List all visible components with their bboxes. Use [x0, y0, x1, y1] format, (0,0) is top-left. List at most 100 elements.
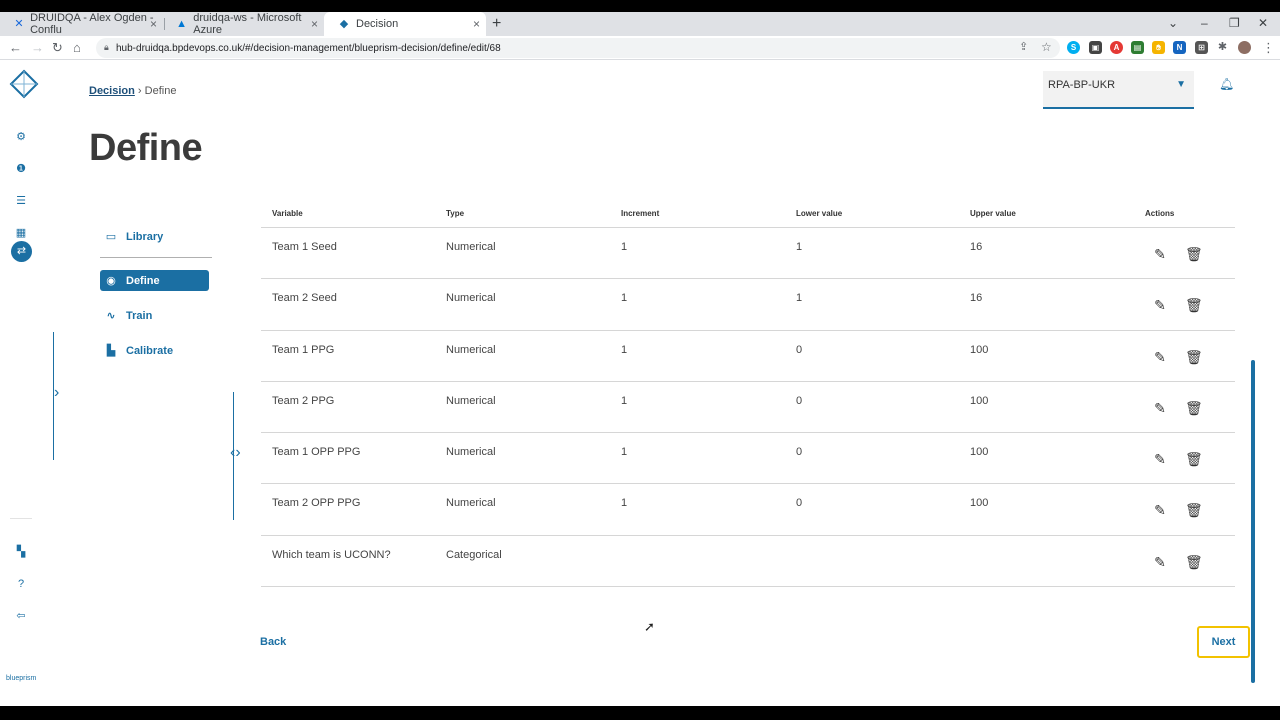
- browser-window: ✕ DRUIDQA - Alex Ogden - Conflu × ▲ drui…: [0, 12, 1280, 706]
- upper-value-cell: 100: [970, 394, 989, 407]
- scrollbar-thumb[interactable]: [1251, 360, 1255, 683]
- table-header: Variable Type Increment Lower value Uppe…: [261, 206, 1235, 228]
- edit-pencil-icon[interactable]: ✎: [1152, 246, 1168, 262]
- table-row: Team 2 OPP PPG Numerical 1 0 100 ✎ 🗑︎: [261, 484, 1235, 536]
- delete-trash-icon[interactable]: 🗑︎: [1185, 246, 1203, 262]
- bookmark-star-icon[interactable]: ☆: [1041, 40, 1052, 54]
- train-icon: ∿: [106, 310, 116, 322]
- notification-bell-icon[interactable]: 🔔︎: [1219, 77, 1234, 91]
- edit-pencil-icon[interactable]: ✎: [1152, 451, 1168, 467]
- upper-value-cell: 100: [970, 343, 989, 356]
- profile-avatar[interactable]: [1238, 41, 1251, 54]
- skype-extension-icon[interactable]: S: [1067, 41, 1080, 54]
- step-library[interactable]: ▭ Library: [100, 226, 209, 247]
- address-bar-row: ← → ↻ ⌂ 🔒︎ hub-druidqa.bpdevops.co.uk/#/…: [0, 36, 1280, 60]
- delete-trash-icon[interactable]: 🗑︎: [1185, 400, 1203, 416]
- more-menu-icon[interactable]: ⋮: [1262, 40, 1275, 56]
- left-rail: ⚙︎ ❶ ☰ ▦ ⇄ ▚ ? ⇦ blueprism: [0, 61, 44, 706]
- edit-pencil-icon[interactable]: ✎: [1152, 349, 1168, 365]
- table-row: Team 2 Seed Numerical 1 1 16 ✎ 🗑︎: [261, 279, 1235, 331]
- extension-icon[interactable]: ▣: [1089, 41, 1102, 54]
- new-extension-icon[interactable]: N: [1173, 41, 1186, 54]
- column-header-increment: Increment: [621, 209, 660, 218]
- table-row: Team 1 PPG Numerical 1 0 100 ✎ 🗑︎: [261, 331, 1235, 382]
- delete-trash-icon[interactable]: 🗑︎: [1185, 451, 1203, 467]
- breadcrumb-current: Define: [144, 85, 177, 97]
- tab-decision[interactable]: ◆ Decision ×: [324, 12, 486, 36]
- breadcrumb-separator: ›: [137, 85, 142, 97]
- lower-value-cell: 1: [796, 241, 803, 253]
- type-cell: Numerical: [446, 343, 496, 356]
- calibrate-icon: ▙: [106, 345, 116, 357]
- automation-icon[interactable]: ⚙︎: [14, 130, 28, 144]
- forward-arrow-icon[interactable]: →: [31, 40, 44, 55]
- increment-cell: 1: [621, 292, 628, 305]
- adblock-extension-icon[interactable]: A: [1110, 41, 1123, 54]
- type-cell: Numerical: [446, 497, 496, 510]
- edit-pencil-icon[interactable]: ✎: [1152, 297, 1168, 313]
- delete-trash-icon[interactable]: 🗑︎: [1185, 297, 1203, 313]
- back-button[interactable]: Back: [260, 636, 286, 648]
- minimize-button[interactable]: –: [1201, 16, 1208, 30]
- next-button[interactable]: Next: [1197, 626, 1250, 658]
- apps-grid-icon[interactable]: ▚: [14, 545, 28, 559]
- type-cell: Categorical: [446, 548, 502, 561]
- breadcrumb-decision-link[interactable]: Decision: [89, 85, 135, 97]
- tab-title: druidqa-ws - Microsoft Azure: [193, 12, 302, 36]
- tenant-select[interactable]: RPA-BP-UKR ▼: [1043, 71, 1194, 109]
- puzzle-extensions-icon[interactable]: ✱: [1216, 41, 1229, 54]
- home-icon[interactable]: ⌂: [73, 40, 81, 55]
- lower-value-cell: 0: [796, 394, 803, 407]
- new-tab-button[interactable]: +: [492, 15, 501, 33]
- delete-trash-icon[interactable]: 🗑︎: [1185, 554, 1203, 570]
- process-icon[interactable]: ❶: [14, 162, 28, 176]
- logout-icon[interactable]: ⇦: [14, 609, 28, 623]
- list-icon[interactable]: ☰: [14, 194, 28, 208]
- hand-extension-icon[interactable]: ✋︎: [1152, 41, 1165, 54]
- edit-pencil-icon[interactable]: ✎: [1152, 502, 1168, 518]
- back-arrow-icon[interactable]: ←: [9, 40, 22, 55]
- step-calibrate[interactable]: ▙ Calibrate: [100, 340, 209, 361]
- delete-trash-icon[interactable]: 🗑︎: [1185, 349, 1203, 365]
- close-icon[interactable]: ×: [473, 17, 480, 31]
- url-field[interactable]: 🔒︎ hub-druidqa.bpdevops.co.uk/#/decision…: [96, 38, 1060, 58]
- variable-cell: Which team is UCONN?: [272, 548, 391, 561]
- table-row: Team 1 Seed Numerical 1 1 16 ✎ 🗑︎: [261, 228, 1235, 280]
- tab-confluence[interactable]: ✕ DRUIDQA - Alex Ogden - Conflu ×: [0, 12, 163, 36]
- share-icon[interactable]: ⇪: [1019, 40, 1028, 53]
- column-header-actions: Actions: [1145, 209, 1175, 218]
- step-label: Train: [126, 309, 153, 322]
- variable-cell: Team 1 PPG: [272, 343, 335, 356]
- breadcrumb: Decision › Define: [89, 85, 176, 97]
- blueprism-logo-icon[interactable]: [9, 69, 39, 99]
- table-row: Team 1 OPP PPG Numerical 1 0 100 ✎ 🗑︎: [261, 433, 1235, 485]
- restore-button[interactable]: ❐: [1229, 16, 1240, 30]
- increment-cell: 1: [621, 343, 628, 356]
- delete-trash-icon[interactable]: 🗑︎: [1185, 502, 1203, 518]
- grid-extension-icon[interactable]: ⊞: [1195, 41, 1208, 54]
- decision-nav-icon[interactable]: ⇄: [11, 241, 32, 262]
- collapse-steps-icon[interactable]: ‹›: [230, 444, 241, 462]
- close-window-button[interactable]: ✕: [1258, 16, 1268, 30]
- reload-icon[interactable]: ↻: [52, 40, 63, 56]
- edit-pencil-icon[interactable]: ✎: [1152, 400, 1168, 416]
- close-icon[interactable]: ×: [311, 17, 318, 31]
- page-title: Define: [89, 127, 203, 169]
- column-header-variable: Variable: [272, 209, 303, 218]
- tab-azure[interactable]: ▲ druidqa-ws - Microsoft Azure ×: [162, 12, 324, 36]
- edit-pencil-icon[interactable]: ✎: [1152, 554, 1168, 570]
- help-icon[interactable]: ?: [14, 577, 28, 591]
- dashboard-icon[interactable]: ▦: [14, 226, 28, 240]
- lock-icon: 🔒︎: [104, 42, 109, 52]
- table-row: Team 2 PPG Numerical 1 0 100 ✎ 🗑︎: [261, 382, 1235, 434]
- mouse-cursor-icon: ➚: [644, 619, 655, 634]
- step-define[interactable]: ◉ Define: [100, 270, 209, 291]
- close-icon[interactable]: ×: [150, 17, 157, 31]
- tab-bar: ✕ DRUIDQA - Alex Ogden - Conflu × ▲ drui…: [0, 12, 1280, 36]
- expand-rail-icon[interactable]: ›: [54, 384, 59, 402]
- lower-value-cell: 1: [796, 292, 803, 305]
- sheets-extension-icon[interactable]: ▤: [1131, 41, 1144, 54]
- step-train[interactable]: ∿ Train: [100, 305, 209, 326]
- tab-search-icon[interactable]: ⌄: [1168, 16, 1178, 30]
- lower-value-cell: 0: [796, 446, 803, 459]
